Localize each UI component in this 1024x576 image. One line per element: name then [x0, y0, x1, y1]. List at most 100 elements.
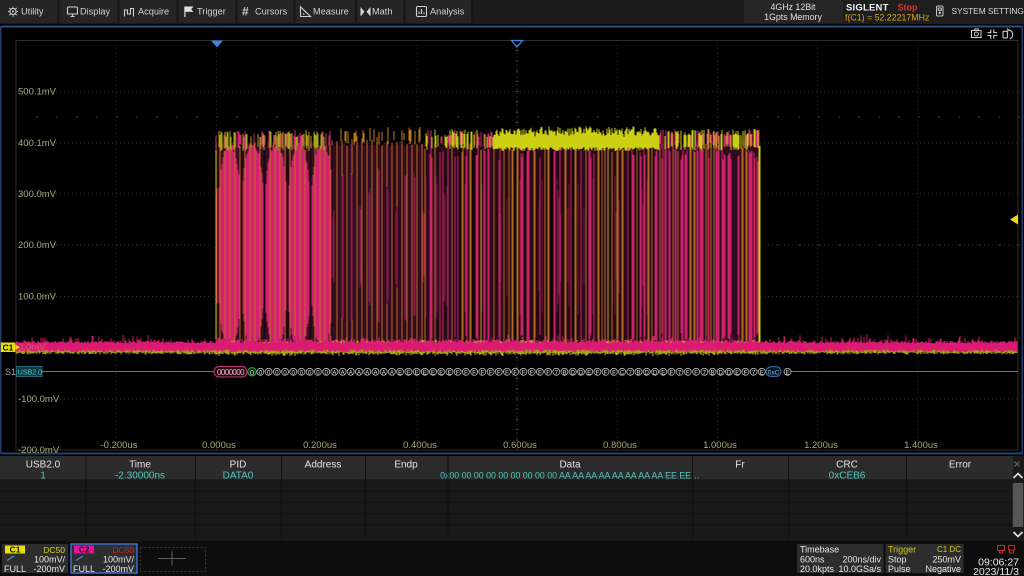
svg-text:A: A [382, 371, 386, 377]
svg-text:Fr: Fr [735, 460, 745, 471]
svg-text:E: E [785, 371, 789, 377]
svg-text:F: F [489, 371, 493, 377]
svg-text:E: E [423, 371, 427, 377]
svg-text:F: F [513, 371, 517, 377]
svg-text:C1 DC: C1 DC [937, 545, 961, 554]
svg-text:Endp: Endp [394, 460, 418, 471]
svg-text:A: A [357, 371, 361, 377]
svg-text:0.400us: 0.400us [403, 440, 437, 451]
svg-text:Timebase: Timebase [800, 545, 839, 555]
svg-text:E: E [406, 371, 410, 377]
svg-text:E: E [661, 371, 665, 377]
svg-text:200ns/div: 200ns/div [842, 555, 881, 565]
svg-text:E: E [735, 371, 739, 377]
svg-text:F: F [612, 371, 616, 377]
svg-text:D: D [645, 371, 650, 377]
svg-text:100.0mV: 100.0mV [18, 291, 57, 302]
svg-text:B: B [636, 371, 640, 377]
svg-text:C1: C1 [3, 342, 14, 352]
svg-text:0: 0 [250, 368, 254, 377]
svg-text:0.200us: 0.200us [303, 440, 337, 451]
svg-text:F: F [596, 371, 600, 377]
svg-text:10.0GSa/s: 10.0GSa/s [838, 564, 881, 574]
svg-text:PID: PID [230, 460, 247, 471]
svg-text:E: E [439, 371, 443, 377]
svg-text:Data: Data [559, 460, 581, 471]
svg-text:DC50: DC50 [43, 545, 65, 555]
svg-text:Trigger: Trigger [888, 545, 916, 555]
svg-text:E: E [415, 371, 419, 377]
svg-text:0.600us: 0.600us [503, 440, 537, 451]
svg-text:F: F [744, 371, 748, 377]
svg-text:FULL: FULL [73, 564, 95, 574]
svg-text:B: B [562, 371, 566, 377]
svg-text:CRC: CRC [836, 460, 858, 471]
svg-text:F: F [530, 371, 534, 377]
svg-text:C2: C2 [79, 545, 90, 555]
svg-text:0x00 00 00 00 00 00 00 00 00 A: 0x00 00 00 00 00 00 00 00 00 AA AA AA AA… [440, 471, 700, 481]
svg-text:Pulse: Pulse [888, 564, 911, 574]
svg-text:F: F [538, 371, 542, 377]
svg-text:-200.0mV: -200.0mV [18, 445, 60, 456]
svg-text:C: C [620, 371, 625, 377]
svg-text:A: A [390, 371, 394, 377]
svg-text:D: D [719, 371, 724, 377]
svg-text:Address: Address [305, 460, 342, 471]
svg-text:1.000us: 1.000us [703, 440, 737, 451]
svg-text:100mV/: 100mV/ [34, 555, 66, 565]
svg-text:D: D [579, 371, 584, 377]
svg-text:0xC: 0xC [768, 369, 780, 376]
svg-text:USB2.0: USB2.0 [18, 369, 42, 376]
svg-text:D: D [653, 371, 658, 377]
svg-text:100mV/: 100mV/ [103, 555, 135, 565]
svg-text:F: F [604, 371, 608, 377]
svg-text:0000000: 0000000 [217, 368, 245, 377]
svg-text:E: E [587, 371, 591, 377]
svg-text:F: F [505, 371, 509, 377]
svg-text:-200mV: -200mV [102, 564, 134, 574]
svg-text:-100.0mV: -100.0mV [18, 394, 60, 405]
svg-text:A: A [365, 371, 369, 377]
svg-text:A: A [341, 371, 345, 377]
svg-text:F: F [480, 371, 484, 377]
svg-text:F: F [472, 371, 476, 377]
svg-text:USB2.0: USB2.0 [26, 460, 61, 471]
svg-text:2023/11/3: 2023/11/3 [973, 566, 1019, 576]
svg-text:1.200us: 1.200us [804, 440, 838, 451]
svg-text:F: F [464, 371, 468, 377]
svg-text:A: A [373, 371, 377, 377]
svg-text:1.400us: 1.400us [904, 440, 938, 451]
svg-text:0.0mV: 0.0mV [18, 342, 46, 353]
svg-text:F: F [497, 371, 501, 377]
svg-text:Negative: Negative [925, 564, 961, 574]
svg-text:FULL: FULL [4, 564, 26, 574]
svg-text:Stop: Stop [888, 555, 907, 565]
svg-text:E: E [431, 371, 435, 377]
svg-text:F: F [686, 371, 690, 377]
svg-text:F: F [522, 371, 526, 377]
svg-text:0.000us: 0.000us [202, 440, 236, 451]
svg-text:600ns: 600ns [800, 555, 825, 565]
svg-text:F: F [670, 371, 674, 377]
svg-text:E: E [447, 371, 451, 377]
svg-text:Error: Error [949, 460, 972, 471]
svg-text:E: E [398, 371, 402, 377]
svg-text:A: A [332, 371, 336, 377]
svg-text:C1: C1 [10, 545, 21, 555]
svg-text:300.0mV: 300.0mV [18, 189, 57, 200]
svg-text:S1: S1 [5, 367, 16, 377]
svg-text:D: D [727, 371, 732, 377]
svg-text:400.1mV: 400.1mV [18, 138, 57, 149]
svg-text:20.0kpts: 20.0kpts [800, 564, 835, 574]
svg-text:0.800us: 0.800us [603, 440, 637, 451]
svg-text:F: F [546, 371, 550, 377]
svg-text:F: F [694, 371, 698, 377]
svg-text:-0.200us: -0.200us [101, 440, 138, 451]
svg-text:-200mV: -200mV [33, 564, 65, 574]
svg-text:DC50: DC50 [112, 545, 134, 555]
svg-text:D: D [571, 371, 576, 377]
svg-text:A: A [349, 371, 353, 377]
svg-text:Time: Time [129, 460, 151, 471]
svg-text:500.1mV: 500.1mV [18, 87, 57, 98]
svg-text:B: B [710, 371, 714, 377]
